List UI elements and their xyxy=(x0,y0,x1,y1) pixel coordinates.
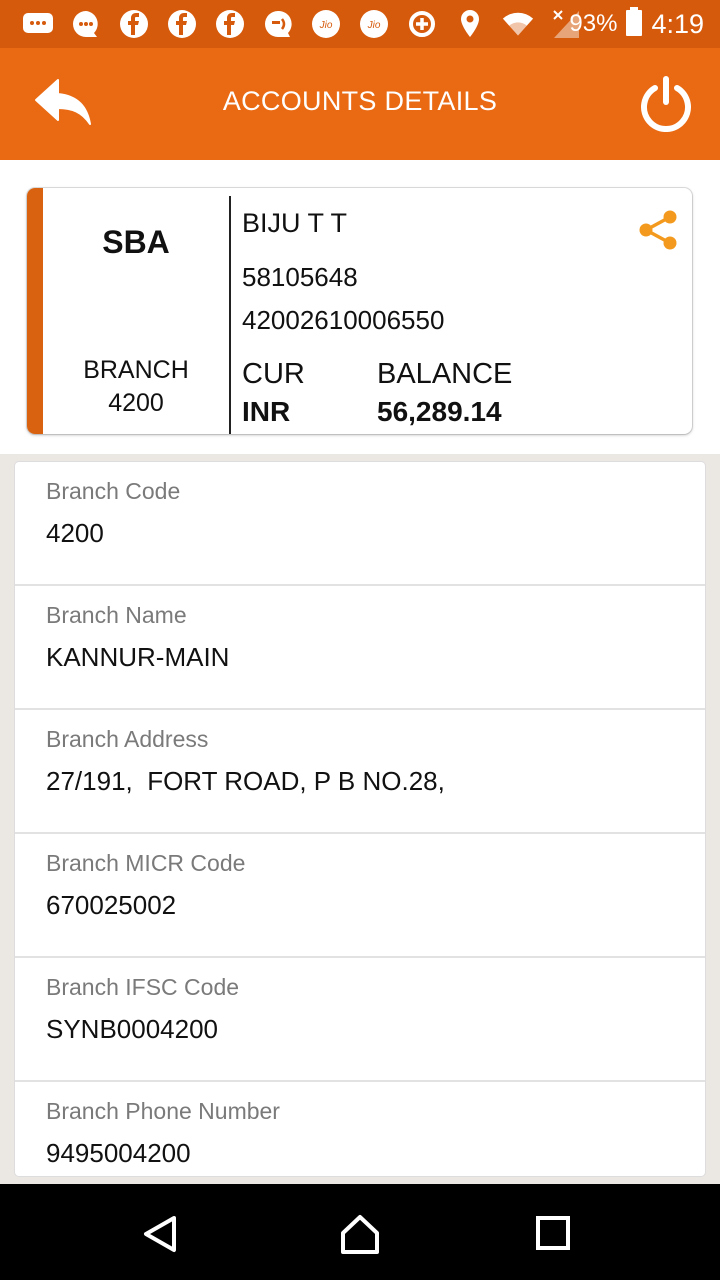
detail-label: Branch Code xyxy=(46,478,181,504)
data-saver-icon xyxy=(406,8,438,40)
status-bar: Jio Jio 93% 4:19 xyxy=(0,0,720,48)
detail-value: SYNB0004200 xyxy=(46,1014,219,1044)
facebook-icon xyxy=(214,8,246,40)
currency-label: CUR xyxy=(242,358,305,390)
branch-code: 4200 xyxy=(108,389,164,417)
branch-info: BRANCH 4200 xyxy=(43,354,229,420)
branch-details-list: Branch Code 4200 Branch Name KANNUR-MAIN… xyxy=(15,462,705,1176)
balance-value: 56,289.14 xyxy=(377,396,502,427)
detail-value: KANNUR-MAIN xyxy=(46,642,230,672)
detail-label: Branch Phone Number xyxy=(46,1098,280,1124)
card-accent-stripe xyxy=(27,188,43,434)
detail-value: 9495004200 xyxy=(46,1138,191,1168)
detail-row-branch-micr: Branch MICR Code 670025002 xyxy=(15,834,705,958)
nav-recents-button[interactable] xyxy=(534,1214,574,1254)
sms-icon xyxy=(22,8,54,40)
power-icon xyxy=(641,76,691,133)
detail-label: Branch IFSC Code xyxy=(46,974,240,1000)
home-icon xyxy=(341,1215,379,1254)
facebook-icon xyxy=(166,8,198,40)
detail-row-branch-address: Branch Address 27/191, FORT ROAD, P B NO… xyxy=(15,710,705,834)
share-button[interactable] xyxy=(637,208,679,252)
app-bar: ACCOUNTS DETAILS xyxy=(0,48,720,160)
clock: 4:19 xyxy=(651,8,704,39)
wifi-icon xyxy=(502,8,534,40)
detail-label: Branch MICR Code xyxy=(46,850,246,876)
account-type: SBA xyxy=(102,224,170,260)
messages-icon xyxy=(70,8,102,40)
nav-home-button[interactable] xyxy=(340,1214,380,1254)
logout-button[interactable] xyxy=(638,76,694,133)
detail-row-branch-ifsc: Branch IFSC Code SYNB0004200 xyxy=(15,958,705,1082)
nav-back-button[interactable] xyxy=(140,1214,180,1254)
account-card: SBA BRANCH 4200 BIJU T T 58105648 420026… xyxy=(27,188,692,434)
location-icon xyxy=(454,8,486,40)
battery-icon xyxy=(625,6,643,42)
jio-icon: Jio xyxy=(358,8,390,40)
branch-label: BRANCH xyxy=(83,356,189,384)
detail-label: Branch Address xyxy=(46,726,209,752)
navigation-bar xyxy=(0,1184,720,1280)
battery-percent: 93% xyxy=(569,10,618,37)
detail-row-branch-name: Branch Name KANNUR-MAIN xyxy=(15,586,705,710)
recents-square-icon xyxy=(536,1216,570,1250)
detail-row-branch-code: Branch Code 4200 xyxy=(15,462,705,586)
balance-label: BALANCE xyxy=(377,358,513,390)
svg-text:Jio: Jio xyxy=(367,20,381,31)
share-icon xyxy=(639,210,677,250)
detail-value: 4200 xyxy=(46,518,104,548)
svg-text:Jio: Jio xyxy=(319,20,333,31)
account-holder-name: BIJU T T xyxy=(242,208,348,238)
detail-value: 670025002 xyxy=(46,890,177,920)
facebook-icon xyxy=(118,8,150,40)
currency-value: INR xyxy=(242,396,291,427)
page-title: ACCOUNTS DETAILS xyxy=(222,86,498,116)
detail-value: 27/191, FORT ROAD, P B NO.28, xyxy=(46,766,445,796)
card-divider xyxy=(229,196,231,434)
customer-id: 58105648 xyxy=(242,262,358,292)
jio-icon: Jio xyxy=(310,8,342,40)
chat-icon xyxy=(262,8,294,40)
back-triangle-icon xyxy=(144,1216,176,1252)
detail-label: Branch Name xyxy=(46,602,187,628)
account-number: 42002610006550 xyxy=(242,305,445,335)
